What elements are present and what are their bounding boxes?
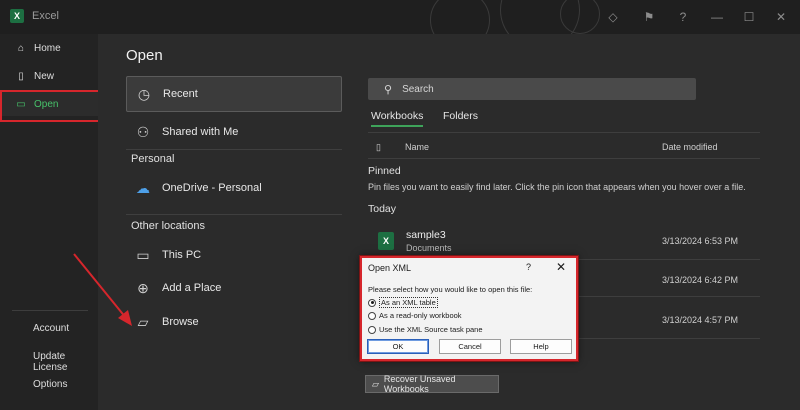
folder-icon: ▱ [372, 378, 379, 389]
pinned-heading: Pinned [368, 165, 401, 177]
option-xml-table[interactable]: As an XML table [368, 297, 438, 308]
nav-home-label: Home [34, 42, 61, 54]
location-recent-label: Recent [163, 88, 198, 100]
location-onedrive-label: OneDrive - Personal [162, 182, 262, 194]
personal-heading: Personal [131, 153, 175, 165]
nav-open-label: Open [34, 98, 59, 110]
file-type-column-icon: ▯ [376, 142, 381, 152]
file-date: 3/13/2024 4:57 PM [662, 315, 739, 325]
search-icon: ⚲ [384, 83, 393, 96]
nav-home[interactable]: ⌂ Home [0, 36, 98, 60]
location-recent[interactable]: ◷ Recent [126, 76, 342, 112]
location-this-pc[interactable]: ▭ This PC [126, 245, 342, 265]
column-name[interactable]: Name [405, 142, 429, 152]
radio-icon[interactable] [368, 311, 376, 320]
location-onedrive[interactable]: ☁ OneDrive - Personal [126, 178, 342, 198]
search-input[interactable]: ⚲ Search [368, 78, 696, 100]
cancel-button[interactable]: Cancel [439, 339, 501, 354]
annotation-arrow [73, 253, 132, 326]
nav-account[interactable]: Account [33, 323, 69, 334]
option-xml-source-label: Use the XML Source task pane [379, 325, 483, 334]
location-add-place[interactable]: ⊕ Add a Place [126, 278, 342, 298]
option-read-only[interactable]: As a read-only workbook [368, 311, 462, 320]
page-title: Open [126, 47, 163, 64]
dialog-close-icon[interactable]: ✕ [556, 260, 566, 274]
column-date-modified[interactable]: Date modified [662, 142, 718, 152]
cloud-icon: ☁ [136, 179, 150, 196]
file-location: Documents [406, 243, 452, 253]
nav-open[interactable]: ▭ Open [0, 90, 102, 122]
maximize-icon[interactable]: ☐ [740, 8, 758, 26]
nav-new-label: New [34, 70, 55, 82]
title-bar: X Excel ◇ ⚑ ? — ☐ ✕ [0, 0, 800, 50]
other-locations-heading: Other locations [131, 220, 205, 232]
new-file-icon: ▯ [18, 70, 24, 82]
pinned-help-text: Pin files you want to easily find later.… [368, 182, 746, 192]
nav-update-license[interactable]: Update License [33, 351, 98, 373]
excel-logo-icon: X [10, 9, 24, 23]
option-xml-source[interactable]: Use the XML Source task pane [368, 325, 483, 334]
tab-folders[interactable]: Folders [443, 110, 478, 122]
option-read-only-label: As a read-only workbook [379, 311, 462, 320]
decorative-circle [560, 0, 600, 34]
file-date: 3/13/2024 6:42 PM [662, 275, 739, 285]
shared-people-icon: ⚇ [136, 123, 150, 140]
open-xml-dialog: Open XML ? ✕ Please select how you would… [360, 256, 578, 361]
folder-open-icon: ▭ [16, 98, 26, 110]
location-shared[interactable]: ⚇ Shared with Me [126, 122, 342, 142]
recover-unsaved-label: Recover Unsaved Workbooks [383, 374, 456, 394]
nav-options[interactable]: Options [33, 379, 67, 390]
minimize-icon[interactable]: — [708, 8, 726, 26]
nav-new[interactable]: ▯ New [0, 64, 98, 88]
file-name[interactable]: sample3 [406, 229, 446, 241]
feedback-icon[interactable]: ⚑ [640, 8, 658, 26]
today-heading: Today [368, 203, 397, 215]
home-icon: ⌂ [17, 42, 25, 54]
dialog-prompt: Please select how you would like to open… [368, 285, 533, 294]
ok-button[interactable]: OK [367, 339, 429, 354]
section-divider [126, 214, 342, 215]
table-divider [368, 158, 760, 159]
excel-file-icon: X [378, 232, 394, 250]
location-this-pc-label: This PC [162, 249, 202, 261]
location-add-place-label: Add a Place [162, 282, 222, 294]
radio-icon[interactable] [368, 325, 376, 334]
help-icon[interactable]: ? [674, 8, 692, 26]
app-title: Excel [32, 10, 59, 22]
location-shared-label: Shared with Me [162, 126, 239, 138]
close-window-icon[interactable]: ✕ [772, 8, 790, 26]
recover-unsaved-button[interactable]: ▱ Recover Unsaved Workbooks [365, 374, 499, 394]
option-xml-table-label: As an XML table [379, 297, 438, 308]
table-divider [368, 132, 760, 133]
location-browse[interactable]: ▱ Browse [126, 312, 342, 332]
help-button[interactable]: Help [510, 339, 572, 354]
location-browse-label: Browse [162, 316, 199, 328]
section-divider [126, 149, 342, 150]
file-date: 3/13/2024 6:53 PM [662, 236, 739, 246]
dialog-help-icon[interactable]: ? [526, 262, 531, 272]
backstage-nav: ⌂ Home ▯ New ▭ Open Account Update Licen… [0, 34, 102, 410]
diamond-icon[interactable]: ◇ [604, 8, 622, 26]
search-placeholder: Search [402, 83, 434, 95]
clock-icon: ◷ [137, 85, 151, 102]
tab-workbooks[interactable]: Workbooks [371, 110, 424, 127]
dialog-title: Open XML [368, 263, 412, 273]
radio-selected-icon[interactable] [368, 298, 376, 307]
